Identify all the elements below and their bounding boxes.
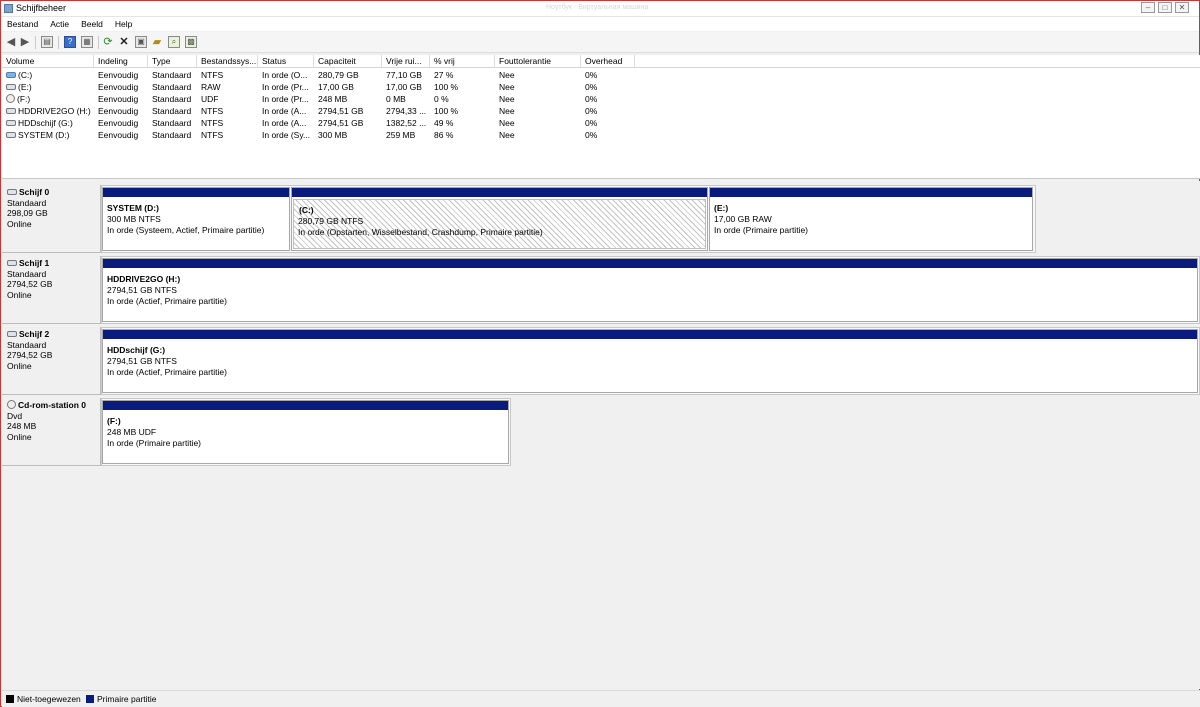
primary-partition-bar: [292, 188, 707, 197]
close-button[interactable]: ✕: [1175, 2, 1189, 13]
window-title-faint: Ноутбук - Виртуальная машина: [546, 4, 649, 11]
menu-beeld[interactable]: Beeld: [75, 17, 109, 31]
primary-partition-swatch: [86, 695, 94, 703]
disk-icon: [6, 120, 16, 126]
partition-hddschijf-g[interactable]: HDDschijf (G:) 2794,51 GB NTFS In orde (…: [102, 329, 1198, 393]
table-row[interactable]: SYSTEM (D:) Eenvoudig Standaard NTFS In …: [2, 129, 642, 141]
new-volume-icon[interactable]: ▣: [135, 36, 147, 48]
column-header-type[interactable]: Type: [148, 55, 197, 68]
column-header-status[interactable]: Status: [258, 55, 314, 68]
unallocated-swatch: [6, 695, 14, 703]
table-row[interactable]: HDDschijf (G:) Eenvoudig Standaard NTFS …: [2, 117, 642, 129]
menu-bestand[interactable]: Bestand: [1, 17, 44, 31]
back-icon[interactable]: ◀: [5, 36, 17, 48]
maximize-button[interactable]: □: [1158, 2, 1172, 13]
partition-e[interactable]: (E:) 17,00 GB RAW In orde (Primaire part…: [709, 187, 1033, 251]
column-header-pct-free[interactable]: % vrij: [430, 55, 495, 68]
column-header-free[interactable]: Vrije rui...: [382, 55, 430, 68]
disk-icon: [6, 108, 16, 114]
table-row[interactable]: HDDRIVE2GO (H:) Eenvoudig Standaard NTFS…: [2, 105, 642, 117]
column-header-overhead[interactable]: Overhead: [581, 55, 635, 68]
disk-icon: [7, 331, 17, 337]
primary-partition-bar: [103, 188, 289, 197]
disk-info-cdrom-0[interactable]: Cd-rom-station 0 Dvd 248 MB Online: [2, 398, 101, 466]
column-header-volume[interactable]: Volume: [2, 55, 94, 68]
disk-info-schijf-1[interactable]: Schijf 1 Standaard 2794,52 GB Online: [2, 256, 101, 324]
disk-info-schijf-0[interactable]: Schijf 0 Standaard 298,09 GB Online: [2, 185, 101, 253]
properties-icon[interactable]: ▦: [81, 36, 93, 48]
forward-icon[interactable]: ▶: [19, 36, 31, 48]
legend-primary-partition: Primaire partitie: [97, 694, 157, 704]
disk-graphical-view: Schijf 0 Standaard 298,09 GB Online SYST…: [2, 181, 1200, 689]
volume-list: Volume Indeling Type Bestandssys... Stat…: [2, 55, 1200, 179]
window-title: Schijfbeheer: [16, 3, 67, 13]
primary-partition-bar: [710, 188, 1032, 197]
primary-partition-bar: [103, 330, 1197, 339]
toolbar: ◀ ▶ ▤ ? ▦ ⟳ ✕ ▣ ▰ ⌕ ▩: [1, 32, 1199, 53]
help-icon[interactable]: ?: [64, 36, 76, 48]
column-header-filesystem[interactable]: Bestandssys...: [197, 55, 258, 68]
table-row[interactable]: (E:) Eenvoudig Standaard RAW In orde (Pr…: [2, 81, 642, 93]
column-header-capacity[interactable]: Capaciteit: [314, 55, 382, 68]
disk-info-schijf-2[interactable]: Schijf 2 Standaard 2794,52 GB Online: [2, 327, 101, 395]
open-icon[interactable]: ▰: [151, 36, 163, 48]
app-icon: [4, 4, 13, 13]
partition-hddrive2go-h[interactable]: HDDRIVE2GO (H:) 2794,51 GB NTFS In orde …: [102, 258, 1198, 322]
title-bar[interactable]: Schijfbeheer Ноутбук - Виртуальная машин…: [1, 1, 1199, 17]
menu-help[interactable]: Help: [109, 17, 138, 31]
search-icon[interactable]: ⌕: [168, 36, 180, 48]
menu-actie[interactable]: Actie: [44, 17, 75, 31]
legend-unallocated: Niet-toegewezen: [17, 694, 81, 704]
disk-icon: [6, 132, 16, 138]
legend: Niet-toegewezen Primaire partitie: [2, 690, 1200, 707]
system-disk-icon: [6, 72, 16, 78]
column-header-fault-tolerance[interactable]: Fouttolerantie: [495, 55, 581, 68]
table-row[interactable]: (C:) Eenvoudig Standaard NTFS In orde (O…: [2, 69, 642, 81]
disk-icon: [7, 189, 17, 195]
cd-icon: [6, 94, 15, 103]
delete-icon[interactable]: ✕: [118, 36, 130, 48]
disk-management-window: Schijfbeheer Ноутбук - Виртуальная машин…: [0, 0, 1200, 707]
table-row[interactable]: (F:) Eenvoudig Standaard UDF In orde (Pr…: [2, 93, 642, 105]
partition-f[interactable]: (F:) 248 MB UDF In orde (Primaire partit…: [102, 400, 509, 464]
cd-icon: [7, 400, 16, 409]
disk-icon: [6, 84, 16, 90]
console-tree-icon[interactable]: ▤: [41, 36, 53, 48]
primary-partition-bar: [103, 259, 1197, 268]
column-header-layout[interactable]: Indeling: [94, 55, 148, 68]
partition-system-d[interactable]: SYSTEM (D:) 300 MB NTFS In orde (Systeem…: [102, 187, 290, 251]
minimize-button[interactable]: –: [1141, 2, 1155, 13]
help-topics-icon[interactable]: ▩: [185, 36, 197, 48]
refresh-icon[interactable]: ⟳: [102, 36, 114, 48]
primary-partition-bar: [103, 401, 508, 410]
menu-bar: Bestand Actie Beeld Help: [1, 17, 1199, 31]
partition-c[interactable]: (C:) 280,79 GB NTFS In orde (Opstarten, …: [291, 187, 708, 251]
disk-icon: [7, 260, 17, 266]
